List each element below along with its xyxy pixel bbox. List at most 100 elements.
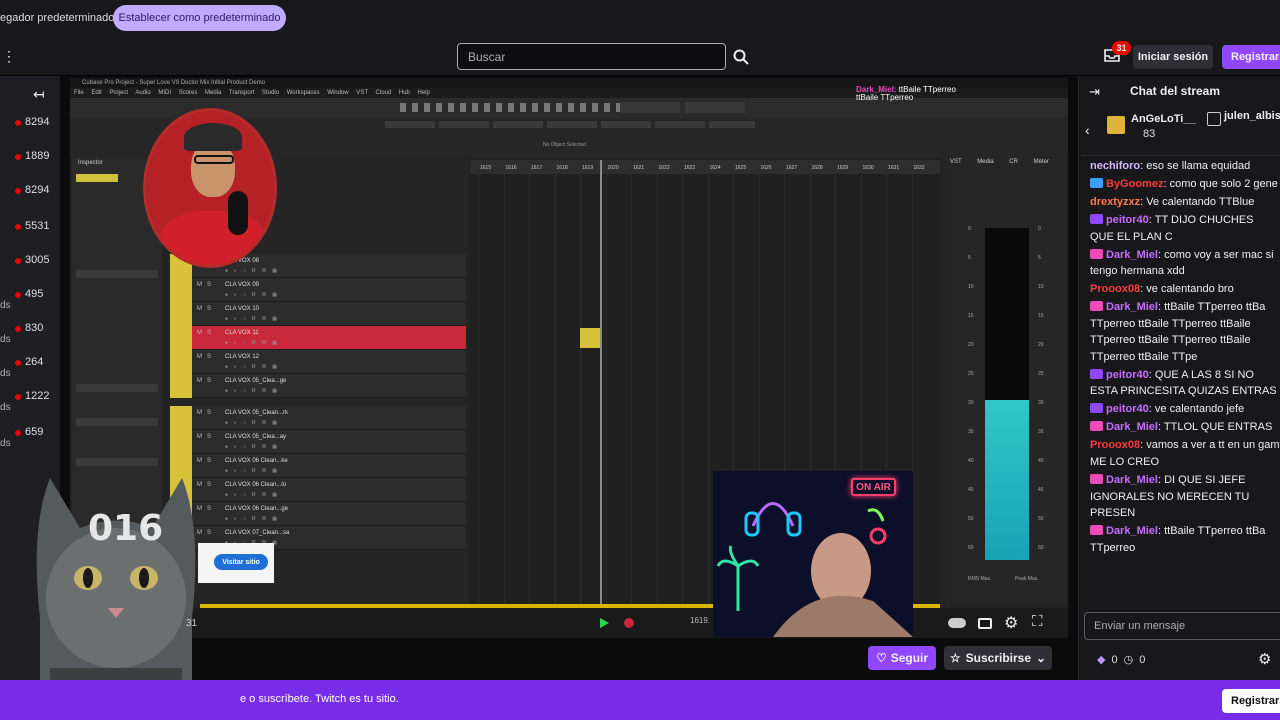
playhead[interactable] bbox=[600, 160, 602, 605]
collapse-chat-icon[interactable]: ⇥ bbox=[1089, 84, 1100, 100]
chat-username[interactable]: Dark_Miel bbox=[1106, 474, 1158, 486]
track-controls[interactable]: ●◐○RW▦ bbox=[225, 340, 283, 346]
chat-message: Dark_Miel: TTLOL QUE ENTRAS bbox=[1090, 419, 1280, 436]
mute-solo-buttons[interactable]: MS bbox=[197, 354, 216, 360]
chat-username[interactable]: nechiforo bbox=[1090, 160, 1140, 172]
cubase-track[interactable]: MS CLA VOX 06 Clean...ke ●◐○RW▦ bbox=[170, 454, 466, 478]
settings-gear-icon[interactable]: ⚙ bbox=[1004, 613, 1018, 633]
set-default-browser-button[interactable]: Establecer como predeterminado bbox=[113, 5, 286, 31]
sidebar-channel[interactable]: 1222 ds bbox=[0, 388, 60, 413]
sidebar-channel[interactable]: 495 ds bbox=[0, 286, 60, 311]
track-controls[interactable]: ●◐○RW▦ bbox=[225, 516, 283, 522]
track-controls[interactable]: ●◐○RW▦ bbox=[225, 444, 283, 450]
sidebar-channel[interactable]: 264 ds bbox=[0, 354, 60, 379]
mute-solo-buttons[interactable]: MS bbox=[197, 378, 216, 384]
sidebar-channel[interactable]: 659 ds bbox=[0, 424, 60, 449]
subscribe-button[interactable]: ☆ Suscribirse ⌄ bbox=[944, 646, 1052, 670]
chat-username[interactable]: Prooox08 bbox=[1090, 283, 1140, 295]
track-controls[interactable]: ●◐○RW▦ bbox=[225, 364, 283, 370]
cubase-track[interactable]: MS CLA VOX 06 Clean...lo ●◐○RW▦ bbox=[170, 478, 466, 502]
chat-settings-gear-icon[interactable]: ⚙ bbox=[1258, 652, 1274, 668]
chat-username[interactable]: Dark_Miel bbox=[1106, 249, 1158, 261]
live-dot bbox=[15, 326, 21, 332]
visit-site-button[interactable]: Visitar sitio bbox=[214, 554, 268, 570]
track-name: CLA VOX 12 bbox=[225, 354, 260, 360]
track-controls[interactable]: ●◐○RW▦ bbox=[225, 492, 283, 498]
cubase-track[interactable]: MS CLA VOX 05_Clean...rk ●◐○RW▦ bbox=[170, 406, 466, 430]
cubase-track[interactable]: MS CLA VOX 11 ●◐○RW▦ bbox=[170, 326, 466, 350]
cubase-track[interactable]: MS CLA VOX 05_Clea...ge ●◐○RW▦ bbox=[170, 374, 466, 398]
chat-username[interactable]: peitor40 bbox=[1106, 403, 1149, 415]
mute-solo-buttons[interactable]: MS bbox=[197, 282, 216, 288]
chat-username[interactable]: drextyzxz bbox=[1090, 196, 1140, 208]
sidebar-suffix: ds bbox=[0, 402, 11, 413]
theatre-toggle-icon[interactable] bbox=[948, 618, 966, 628]
chat-username[interactable]: peitor40 bbox=[1106, 214, 1149, 226]
sidebar-channel[interactable]: 8294 bbox=[0, 182, 60, 202]
sidebar-channel[interactable]: 830 ds bbox=[0, 320, 60, 345]
search-button[interactable] bbox=[730, 43, 752, 70]
login-button[interactable]: Iniciar sesión bbox=[1133, 45, 1213, 69]
cubase-track[interactable]: MS CLA VOX 10 ●◐○RW▦ bbox=[170, 302, 466, 326]
sidebar-channel[interactable]: 8294 bbox=[0, 114, 60, 134]
grid-line bbox=[580, 174, 581, 604]
bar-number: 1616 bbox=[505, 165, 517, 171]
collapse-sidebar-icon[interactable]: ↤ bbox=[33, 86, 45, 103]
bar-select-icon bbox=[685, 102, 745, 113]
chevron-left-icon[interactable]: ‹ bbox=[1085, 122, 1090, 138]
audio-event[interactable] bbox=[580, 328, 600, 348]
sidebar-channel[interactable]: 3005 bbox=[0, 252, 60, 272]
cubase-track[interactable]: MS CLA VOX 09 ●◐○RW▦ bbox=[170, 278, 466, 302]
channel-points[interactable]: ◆ 0 ◷ 0 bbox=[1097, 653, 1146, 667]
chat-badge-icon bbox=[1090, 403, 1103, 414]
sidebar-channel[interactable]: 5531 bbox=[0, 218, 60, 238]
mute-solo-buttons[interactable]: MS bbox=[197, 410, 216, 416]
cubase-track[interactable]: MS CLA VOX 06 Clean...ge ●◐○RW▦ bbox=[170, 502, 466, 526]
cat-number-label: 016 bbox=[88, 508, 164, 549]
register-button[interactable]: Registrarse bbox=[1222, 45, 1280, 69]
mute-solo-buttons[interactable]: MS bbox=[197, 458, 216, 464]
track-color bbox=[170, 430, 192, 454]
live-dot bbox=[15, 188, 21, 194]
chat-message: Dark_Miel: como voy a ser mac si tengo h… bbox=[1090, 248, 1274, 278]
sidebar-channel[interactable]: 1889 bbox=[0, 148, 60, 168]
chat-message: Prooox08: ve calentando bro bbox=[1090, 283, 1234, 296]
meter-scale-label: 10 bbox=[1038, 284, 1044, 290]
mute-solo-buttons[interactable]: MS bbox=[197, 306, 216, 312]
chat-username[interactable]: peitor40 bbox=[1106, 369, 1149, 381]
chat-username[interactable]: Dark_Miel bbox=[1106, 421, 1158, 433]
track-controls[interactable]: ●◐○RW▦ bbox=[225, 268, 283, 274]
chat-username[interactable]: Prooox08 bbox=[1090, 439, 1140, 451]
points-count-b: 0 bbox=[1139, 653, 1146, 666]
chat-text: ve calentando bro bbox=[1146, 283, 1234, 296]
track-color bbox=[170, 374, 192, 398]
search-input[interactable] bbox=[457, 43, 726, 70]
track-controls[interactable]: ●◐○RW▦ bbox=[225, 316, 283, 322]
cubase-track[interactable]: MS CLA VOX 05_Clea...ay ●◐○RW▦ bbox=[170, 430, 466, 454]
mute-solo-buttons[interactable]: MS bbox=[197, 434, 216, 440]
track-controls[interactable]: ●◐○RW▦ bbox=[225, 468, 283, 474]
track-name: CLA VOX 11 bbox=[225, 330, 259, 336]
chat-username[interactable]: Dark_Miel bbox=[1106, 301, 1158, 313]
chat-username[interactable]: Dark_Miel bbox=[1106, 525, 1158, 537]
fullscreen-icon[interactable]: ⛶ bbox=[1032, 613, 1043, 630]
chat-message: Dark_Miel: ttBaile TTperreo ttBa TTperre… bbox=[1090, 301, 1266, 363]
meter-scale-label: 0 bbox=[968, 226, 971, 232]
chat-input[interactable] bbox=[1084, 612, 1280, 640]
meter-scale-label: 50 bbox=[1038, 516, 1044, 522]
mute-solo-buttons[interactable]: MS bbox=[197, 330, 216, 336]
chat-badge-icon bbox=[1090, 368, 1103, 379]
cubase-track[interactable]: MS CLA VOX 12 ●◐○RW▦ bbox=[170, 350, 466, 374]
gift-icon bbox=[1107, 116, 1125, 134]
track-controls[interactable]: ●◐○RW▦ bbox=[225, 292, 283, 298]
banner-register-button[interactable]: Registrarse bbox=[1222, 689, 1280, 713]
grid-line bbox=[682, 174, 683, 604]
viewer-count: 830 bbox=[25, 322, 44, 334]
follow-button[interactable]: ♡ Seguir bbox=[868, 646, 936, 670]
track-controls[interactable]: ●◐○RW▦ bbox=[225, 420, 283, 426]
chat-username[interactable]: ByGoomez bbox=[1106, 178, 1163, 190]
track-controls[interactable]: ●◐○RW▦ bbox=[225, 388, 283, 394]
captions-icon[interactable] bbox=[978, 618, 992, 629]
inspector-section bbox=[76, 418, 158, 426]
more-menu-icon[interactable]: ⋮ bbox=[2, 49, 16, 64]
